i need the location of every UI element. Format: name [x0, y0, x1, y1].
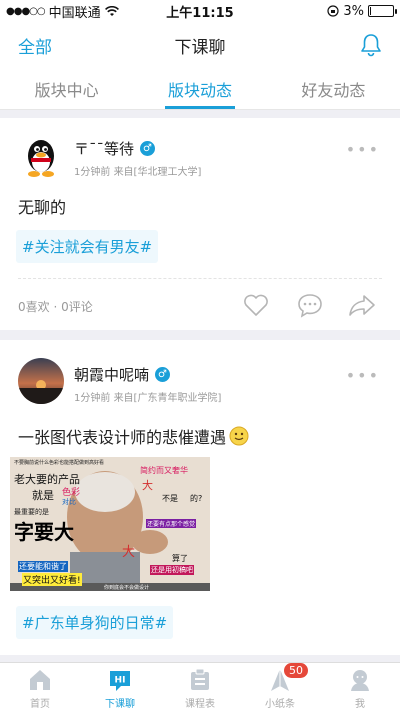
tab-board-center[interactable]: 版块中心 — [0, 68, 133, 109]
meme-text: 大 — [142, 479, 153, 492]
meme-text-layer: 不要胸前说什么色彩也能搭配做到高好看 老大要的产品 就是 色彩 对比 最重要的是… — [10, 457, 210, 591]
divider — [18, 278, 382, 279]
avatar[interactable] — [18, 134, 64, 180]
battery-percent: 3% — [343, 3, 364, 19]
meme-text: 你到底会不会做设计 — [104, 585, 150, 591]
meme-text: 还是用初稿吧 — [150, 565, 194, 575]
tab-label: 下课聊 — [105, 699, 135, 710]
meme-text: 简约而又奢华 — [140, 466, 188, 475]
post-time: 1分钟前 — [74, 393, 111, 404]
comment-icon[interactable] — [296, 292, 324, 318]
all-button[interactable]: 全部 — [18, 33, 52, 58]
post-meta: 1分钟前 来自[华北理工大学] — [74, 163, 201, 178]
smile-emoji-icon — [229, 426, 249, 446]
rotation-lock-icon — [327, 5, 339, 17]
profile-icon — [351, 670, 369, 691]
username[interactable]: 〒ˉˉ等待 ♂ — [74, 138, 156, 159]
male-gender-icon: ♂ — [155, 367, 171, 382]
home-icon — [30, 670, 50, 690]
post-card[interactable]: 朝霞中呢喃 ♂ 1分钟前 来自[广东青年职业学院] ••• 一张图代表设计师的悲… — [0, 340, 400, 655]
sunset-avatar — [18, 358, 64, 404]
meme-text: 又突出又好看! — [22, 573, 82, 586]
meme-text: 不是 — [162, 494, 178, 503]
meme-text: 还要有点那个感觉 — [146, 519, 197, 528]
username[interactable]: 朝霞中呢喃 ♂ — [74, 364, 171, 385]
post-text: 无聊的 — [18, 198, 67, 217]
post-image[interactable]: 不要胸前说什么色彩也能搭配做到高好看 老大要的产品 就是 色彩 对比 最重要的是… — [10, 457, 210, 591]
post-text-content: 一张图代表设计师的悲催遭遇 — [18, 428, 227, 447]
signal-icon: ●●●○○ — [6, 5, 46, 17]
battery-fill — [370, 7, 371, 15]
tab-board-updates[interactable]: 版块动态 — [133, 68, 266, 109]
tab-home[interactable]: 首页 — [0, 663, 80, 711]
tab-chat[interactable]: HI 下课聊 — [80, 663, 160, 711]
bottom-tab-bar: 首页 HI 下课聊 课程表 50 小纸条 我 — [0, 662, 400, 711]
username-text: 朝霞中呢喃 — [74, 366, 150, 384]
meme-text: 大 — [122, 545, 136, 560]
topic-tag[interactable]: #关注就会有男友# — [16, 230, 159, 263]
wifi-icon — [104, 5, 119, 16]
meme-text: 算了 — [172, 554, 188, 563]
tab-label: 小纸条 — [265, 699, 295, 710]
tab-bar: 版块中心 版块动态 好友动态 — [0, 68, 400, 110]
more-options-icon[interactable]: ••• — [346, 366, 380, 385]
share-icon[interactable] — [348, 292, 376, 318]
bell-icon[interactable] — [358, 32, 384, 58]
chat-hi-icon: HI — [110, 671, 130, 691]
post-stats: 0喜欢 · 0评论 — [18, 300, 93, 314]
avatar[interactable] — [18, 358, 64, 404]
status-time: 上午11:15 — [166, 5, 234, 21]
meme-text: 的? — [190, 494, 203, 503]
post-text: 一张图代表设计师的悲催遭遇 — [18, 424, 249, 448]
post-source: 来自[广东青年职业学院] — [113, 393, 222, 404]
meme-text: 对比 — [62, 498, 76, 506]
post-time: 1分钟前 — [74, 167, 111, 178]
post-source: 来自[华北理工大学] — [113, 167, 202, 178]
carrier-label: 中国联通 — [48, 5, 101, 21]
post-card[interactable]: 〒ˉˉ等待 ♂ 1分钟前 来自[华北理工大学] ••• 无聊的 #关注就会有男友… — [0, 118, 400, 330]
tab-label: 课程表 — [185, 699, 215, 710]
status-right: 3% — [244, 3, 397, 19]
status-left: ●●●○○ 中国联通 — [6, 2, 156, 21]
svg-text:HI: HI — [115, 676, 126, 686]
qq-penguin-avatar — [18, 134, 64, 180]
tab-label: 我 — [355, 699, 365, 710]
page-title: 下课聊 — [174, 37, 226, 58]
meme-text: 不要胸前说什么色彩也能搭配做到高好看 — [14, 460, 105, 466]
topic-tag[interactable]: #广东单身狗的日常# — [16, 606, 174, 639]
status-bar: ●●●○○ 中国联通 上午11:15 3% — [0, 0, 400, 22]
meme-text: 还要能和谐了 — [18, 561, 68, 572]
meme-big-text: 字要大 — [14, 520, 74, 544]
tab-friend-updates[interactable]: 好友动态 — [267, 68, 400, 109]
tab-notes[interactable]: 50 小纸条 — [240, 663, 320, 711]
username-text: 〒ˉˉ等待 — [74, 140, 135, 158]
schedule-icon — [191, 668, 209, 690]
tab-schedule[interactable]: 课程表 — [160, 663, 240, 711]
battery-icon — [368, 5, 397, 17]
notification-badge: 50 — [284, 663, 308, 678]
nav-bar: 全部 下课聊 — [0, 22, 400, 68]
meme-text: 就是 — [32, 489, 54, 502]
more-options-icon[interactable]: ••• — [346, 140, 380, 159]
male-gender-icon: ♂ — [140, 141, 156, 156]
tab-profile[interactable]: 我 — [320, 663, 400, 711]
post-meta: 1分钟前 来自[广东青年职业学院] — [74, 389, 221, 404]
tab-label: 首页 — [30, 699, 50, 710]
like-icon[interactable] — [242, 292, 270, 318]
